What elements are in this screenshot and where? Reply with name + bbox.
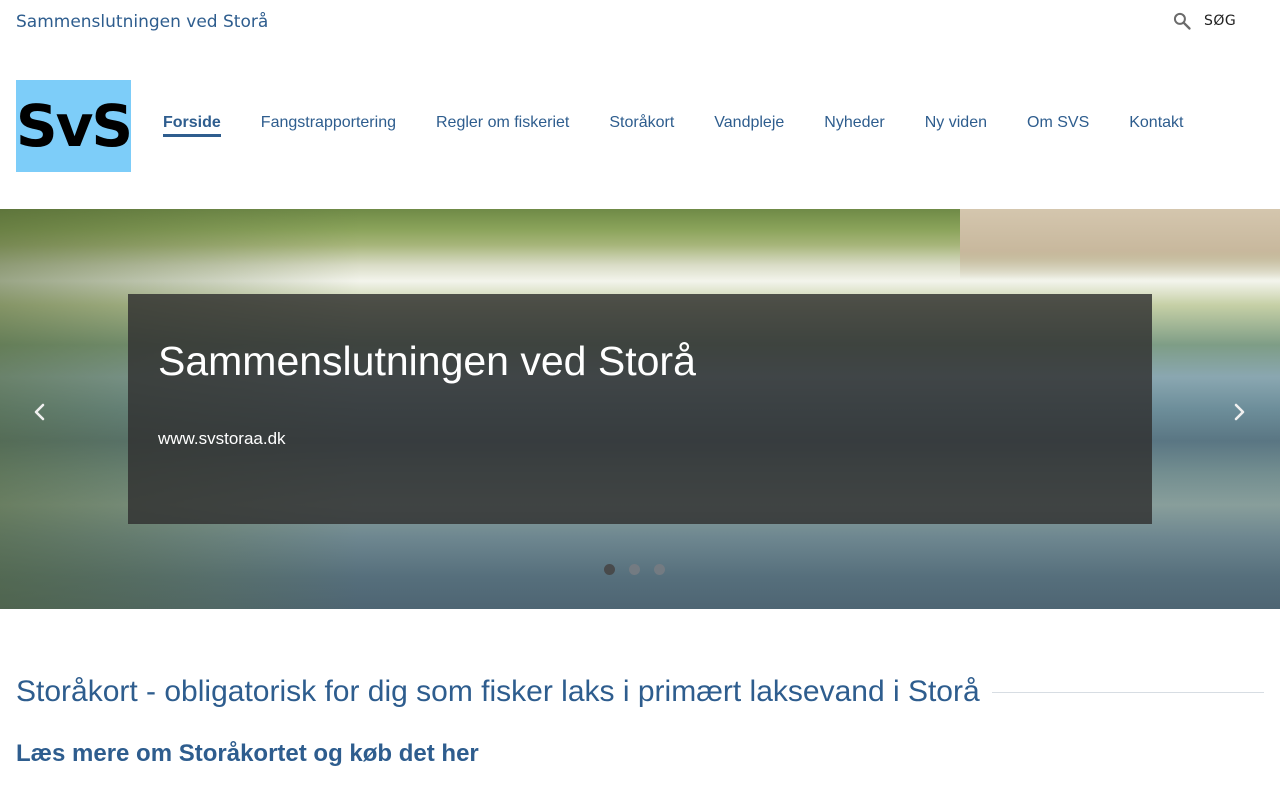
hero-caption-box: Sammenslutningen ved Storå www.svstoraa.… (128, 294, 1152, 524)
search-icon (1172, 11, 1192, 31)
chevron-left-icon (33, 402, 47, 426)
section-heading: Storåkort - obligatorisk for dig som fis… (16, 675, 980, 708)
read-more-label: Læs mere om Storåkortet og køb det (16, 740, 442, 767)
nav-item-regler-om-fiskeriet[interactable]: Regler om fiskeriet (436, 114, 569, 137)
search-button[interactable]: SØG (1172, 11, 1236, 31)
nav-item-forside[interactable]: Forside (163, 114, 221, 137)
nav-item-nyheder[interactable]: Nyheder (824, 114, 884, 137)
slider-dot-1[interactable] (604, 564, 615, 575)
main-nav: Forside Fangstrapportering Regler om fis… (163, 114, 1184, 137)
site-title-link[interactable]: Sammenslutningen ved Storå (16, 12, 268, 32)
section-heading-row: Storåkort - obligatorisk for dig som fis… (16, 672, 1264, 712)
slider-next-button[interactable] (1227, 399, 1251, 429)
nav-item-fangstrapportering[interactable]: Fangstrapportering (261, 114, 396, 137)
header: SvS Forside Fangstrapportering Regler om… (0, 80, 1280, 172)
chevron-right-icon (1232, 402, 1246, 426)
nav-item-vandpleje[interactable]: Vandpleje (714, 114, 784, 137)
nav-item-kontakt[interactable]: Kontakt (1129, 114, 1183, 137)
heading-divider (991, 691, 1264, 693)
nav-item-ny-viden[interactable]: Ny viden (925, 114, 987, 137)
slider-dot-2[interactable] (629, 564, 640, 575)
logo[interactable]: SvS (15, 80, 133, 172)
slider-dots (604, 564, 665, 575)
hero-subtitle: www.svstoraa.dk (158, 429, 286, 448)
hero-slider: Sammenslutningen ved Storå www.svstoraa.… (0, 209, 1280, 609)
slider-prev-button[interactable] (28, 399, 52, 429)
search-label: SØG (1204, 13, 1237, 29)
hero-image-rocks (960, 209, 1280, 279)
top-bar: Sammenslutningen ved Storå SØG (0, 0, 1280, 46)
read-more-text: Læs mere om Storåkortet og køb det her (16, 740, 479, 768)
logo-text: SvS (15, 92, 133, 160)
nav-item-storaakort[interactable]: Storåkort (609, 114, 674, 137)
hero-title: Sammenslutningen ved Storå (158, 338, 696, 384)
read-more-link[interactable]: her (441, 740, 478, 767)
slider-dot-3[interactable] (654, 564, 665, 575)
nav-item-om-svs[interactable]: Om SVS (1027, 114, 1089, 137)
